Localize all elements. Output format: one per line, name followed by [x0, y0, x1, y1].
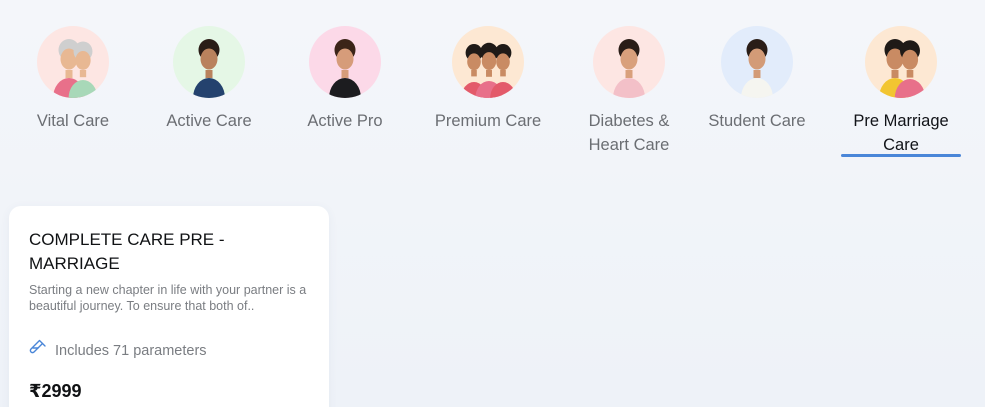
package-description: Starting a new chapter in life with your… — [29, 283, 307, 313]
active-tab-indicator — [841, 154, 961, 157]
package-price: ₹2999 — [29, 381, 82, 401]
package-card[interactable]: COMPLETE CARE PRE - MARRIAGE Starting a … — [9, 206, 329, 407]
test-tube-icon — [29, 339, 47, 362]
tab-label: Active Pro — [307, 112, 383, 130]
active-pro-avatar — [309, 26, 381, 98]
person-illustration-icon — [613, 39, 645, 98]
parameters-row: Includes 71 parameters — [29, 339, 207, 362]
tab-active-pro[interactable]: Active Pro — [270, 26, 420, 133]
tab-label: Vital Care — [36, 112, 110, 130]
active-care-avatar — [173, 26, 245, 98]
person-illustration-icon — [193, 39, 225, 98]
tab-vital-care[interactable]: Vital Care — [0, 26, 148, 133]
premium-care-avatar — [452, 26, 524, 98]
package-title: COMPLETE CARE PRE - MARRIAGE — [29, 230, 225, 273]
vital-care-avatar — [37, 26, 109, 98]
tab-label: Active Care — [166, 112, 252, 130]
tab-premium-care[interactable]: Premium Care — [413, 26, 563, 133]
person-illustration-icon — [741, 39, 773, 98]
tab-label: Student Care — [708, 112, 806, 130]
care-plan-tabs: Vital Care Active Care Active Pro Premiu… — [0, 0, 985, 160]
tab-pre-marriage-care[interactable]: Pre Marriage Care — [826, 26, 976, 157]
family-illustration-icon — [461, 42, 516, 98]
person-illustration-icon — [53, 39, 98, 98]
person-illustration-icon — [329, 39, 361, 98]
student-care-avatar — [721, 26, 793, 98]
couple-illustration-icon — [879, 39, 926, 98]
tab-student-care[interactable]: Student Care — [682, 26, 832, 133]
pre-marriage-care-avatar — [865, 26, 937, 98]
diabetes-heart-care-avatar — [593, 26, 665, 98]
tab-label: Diabetes & Heart Care — [588, 112, 670, 154]
tab-label: Pre Marriage Care — [853, 112, 949, 154]
tab-active-care[interactable]: Active Care — [134, 26, 284, 133]
tab-label: Premium Care — [434, 112, 542, 130]
parameters-count-text: Includes 71 parameters — [55, 342, 207, 359]
